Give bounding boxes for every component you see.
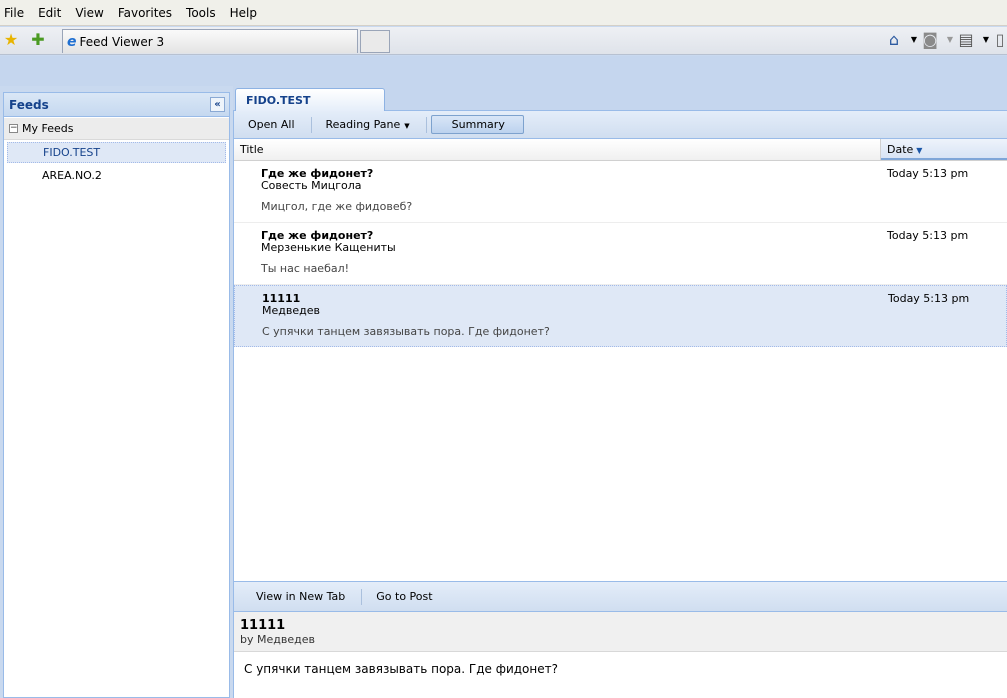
post-title: 11111 bbox=[240, 618, 286, 633]
reading-pane-toolbar: View in New Tab Go to Post bbox=[234, 582, 1007, 612]
menu-file[interactable]: File bbox=[4, 6, 24, 20]
collapse-panel-icon[interactable]: « bbox=[210, 97, 225, 112]
header-band bbox=[0, 56, 1007, 86]
ie-logo-icon: e bbox=[67, 33, 77, 50]
tree-item-fido-test[interactable]: FIDO.TEST bbox=[7, 142, 226, 163]
summary-label: Summary bbox=[451, 118, 505, 131]
tree-root-my-feeds[interactable]: − My Feeds bbox=[4, 118, 229, 140]
row-summary: Мицгол, где же фидовеб? bbox=[261, 200, 413, 213]
row-author: Совесть Мицгола bbox=[261, 179, 362, 192]
main-panel: FIDO.TEST Open All Reading Pane ▼ Summary… bbox=[233, 86, 1007, 698]
feed-grid: Open All Reading Pane ▼ Summary Title Dat… bbox=[233, 111, 1007, 581]
tab-strip: FIDO.TEST bbox=[233, 86, 1007, 112]
column-date-label: Date bbox=[887, 143, 914, 156]
tab-fido-test[interactable]: FIDO.TEST bbox=[235, 88, 385, 112]
page-icon[interactable]: ▯ bbox=[990, 30, 1007, 50]
row-date: Today 5:13 pm bbox=[888, 292, 970, 305]
row-date: Today 5:13 pm bbox=[887, 229, 969, 242]
grid-header: Title Date ▼ bbox=[234, 139, 1007, 161]
sort-descending-icon: ▼ bbox=[916, 146, 923, 155]
menu-help[interactable]: Help bbox=[230, 6, 257, 20]
post-body: С упячки танцем завязывать пора. Где фид… bbox=[244, 662, 558, 676]
browser-tab-title: Feed Viewer 3 bbox=[79, 34, 165, 49]
tree-item-label: AREA.NO.2 bbox=[42, 169, 102, 182]
feeds-panel: Feeds « − My Feeds FIDO.TEST AREA.NO.2 bbox=[3, 92, 230, 698]
menu-view[interactable]: View bbox=[75, 6, 103, 20]
menu-favorites[interactable]: Favorites bbox=[118, 6, 172, 20]
row-summary: Ты нас наебал! bbox=[261, 262, 350, 275]
reading-pane-button[interactable]: Reading Pane ▼ bbox=[316, 115, 420, 134]
column-header-title[interactable]: Title bbox=[234, 139, 881, 160]
table-row[interactable]: Где же фидонет? Мерзенькие Кащениты Ты н… bbox=[234, 223, 1007, 285]
add-favorite-icon[interactable]: ✚ bbox=[28, 30, 48, 50]
tree-item-area-no-2[interactable]: AREA.NO.2 bbox=[7, 165, 226, 186]
view-in-new-tab-label: View in New Tab bbox=[256, 590, 346, 603]
post-byline: by Медведев bbox=[240, 633, 315, 646]
rss-feed-icon[interactable]: ◙ bbox=[920, 30, 940, 50]
view-in-new-tab-button[interactable]: View in New Tab bbox=[246, 587, 355, 606]
browser-tab[interactable]: e Feed Viewer 3 bbox=[62, 29, 358, 53]
feeds-panel-title: Feeds bbox=[9, 97, 49, 112]
print-icon[interactable]: ▤ bbox=[956, 30, 976, 50]
feeds-panel-header: Feeds « bbox=[4, 93, 229, 117]
row-summary: С упячки танцем завязывать пора. Где фид… bbox=[262, 325, 550, 338]
reading-pane-header: 11111 by Медведев bbox=[234, 612, 1007, 652]
toolbar-separator bbox=[425, 116, 427, 133]
menubar: File Edit View Favorites Tools Help bbox=[0, 0, 1007, 26]
table-row[interactable]: Где же фидонет? Совесть Мицгола Мицгол, … bbox=[234, 161, 1007, 223]
grid-toolbar: Open All Reading Pane ▼ Summary bbox=[234, 111, 1007, 139]
chevron-down-icon: ▼ bbox=[404, 122, 410, 130]
table-row-selected[interactable]: 11111 Медведев С упячки танцем завязыват… bbox=[234, 285, 1007, 347]
browser-toolbar: ★ ✚ e Feed Viewer 3 ⌂ ▼ ◙ ▼ ▤ ▼ ▯ bbox=[0, 27, 1007, 55]
row-author: Мерзенькие Кащениты bbox=[261, 241, 396, 254]
collapse-tree-icon[interactable]: − bbox=[9, 124, 18, 133]
column-title-label: Title bbox=[240, 143, 264, 156]
menu-edit[interactable]: Edit bbox=[38, 6, 61, 20]
row-author: Медведев bbox=[262, 304, 320, 317]
menu-tools[interactable]: Tools bbox=[186, 6, 216, 20]
toolbar-separator bbox=[361, 588, 363, 605]
reading-pane: View in New Tab Go to Post 11111 by Медв… bbox=[233, 581, 1007, 698]
go-to-post-label: Go to Post bbox=[376, 590, 433, 603]
column-header-date[interactable]: Date ▼ bbox=[881, 139, 1007, 160]
reading-pane-label: Reading Pane bbox=[325, 118, 401, 131]
open-all-button[interactable]: Open All bbox=[238, 115, 305, 134]
toolbar-separator bbox=[310, 116, 312, 133]
tree-item-label: FIDO.TEST bbox=[43, 146, 101, 159]
favorites-star-icon[interactable]: ★ bbox=[1, 30, 21, 50]
home-icon[interactable]: ⌂ bbox=[884, 30, 904, 50]
tree-root-label: My Feeds bbox=[22, 122, 74, 135]
new-tab-button[interactable] bbox=[360, 30, 390, 53]
go-to-post-button[interactable]: Go to Post bbox=[366, 587, 442, 606]
row-date: Today 5:13 pm bbox=[887, 167, 969, 180]
summary-toggle-button[interactable]: Summary bbox=[430, 115, 524, 134]
open-all-label: Open All bbox=[248, 118, 295, 131]
